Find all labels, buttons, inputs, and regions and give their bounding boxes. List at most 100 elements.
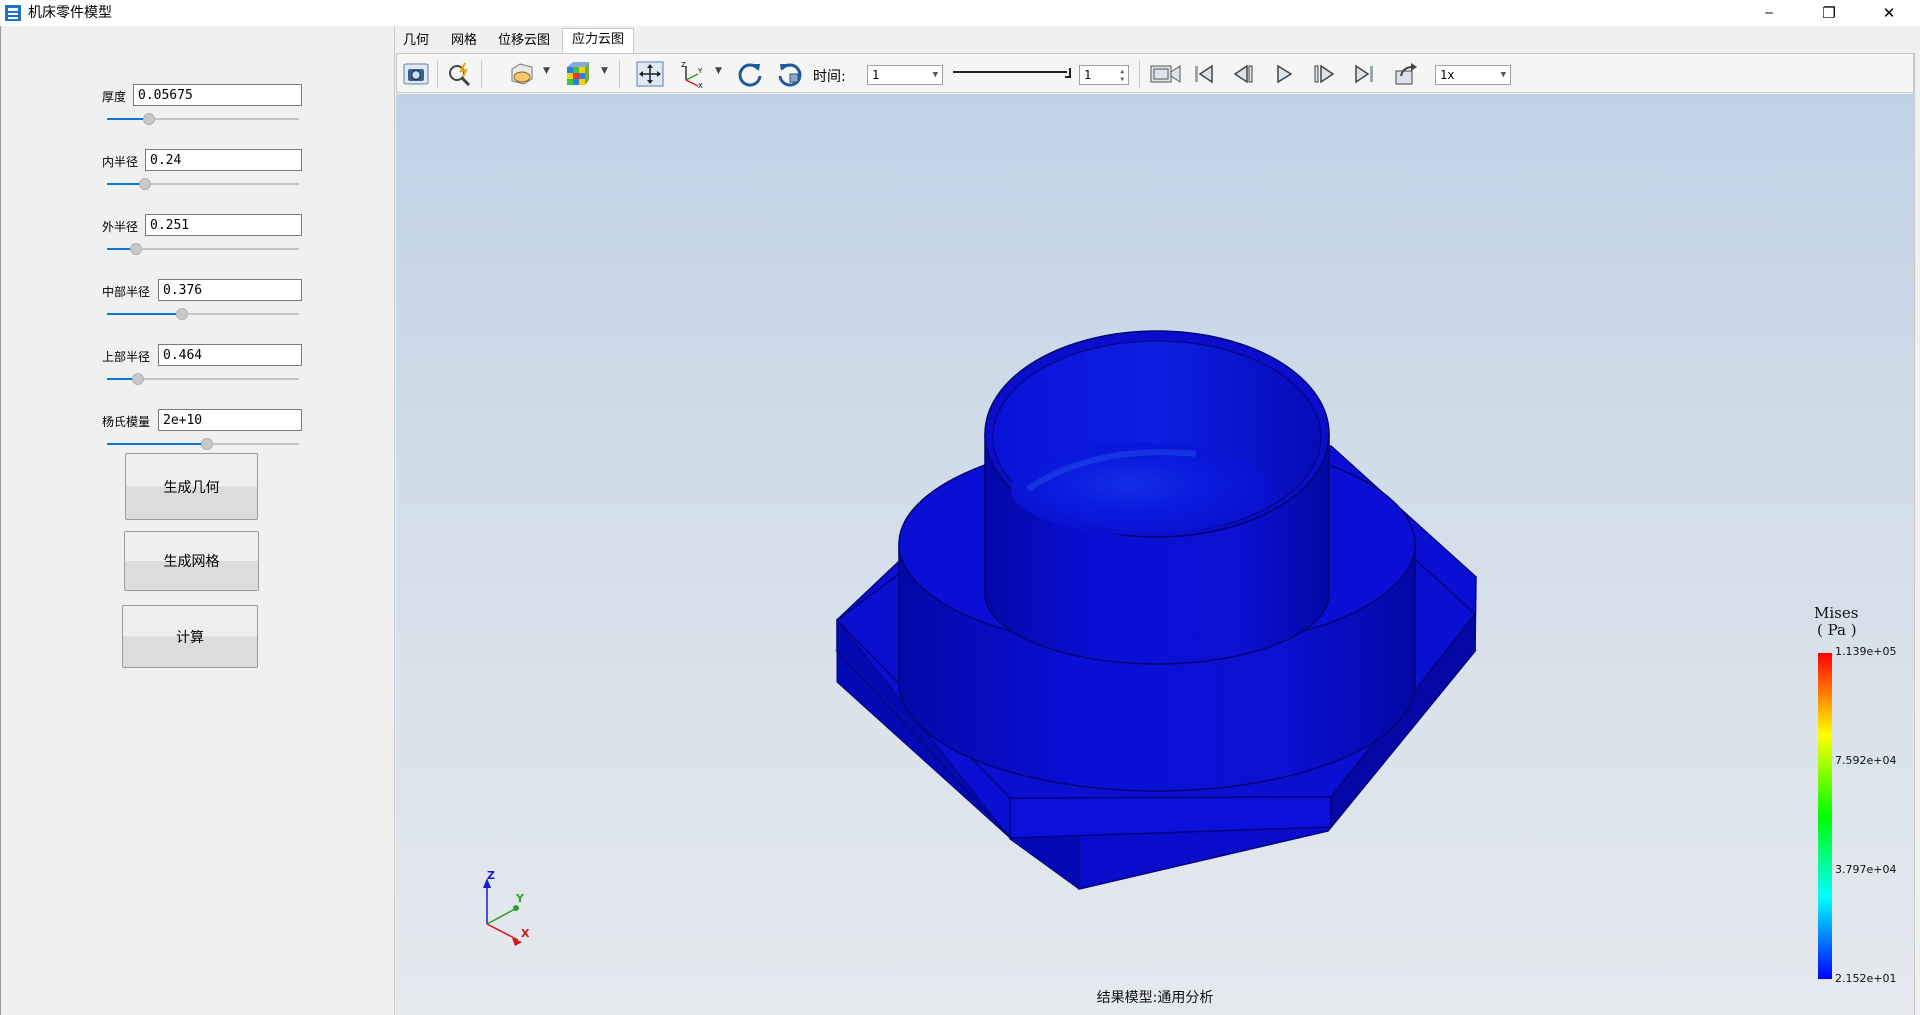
time-label: 时间: bbox=[813, 69, 846, 85]
right-edge bbox=[1914, 53, 1920, 1015]
legend-tick-max: 1.139e+05 bbox=[1835, 645, 1897, 658]
last-frame-button[interactable] bbox=[1349, 60, 1379, 88]
svg-text:Z: Z bbox=[681, 61, 686, 69]
chevron-down-icon: ▼ bbox=[932, 70, 938, 80]
zoom-fit-button[interactable] bbox=[445, 60, 475, 88]
parameter-panel: 厚度 内半径 外半径 中部半径 上部半径 杨氏模量 生成几何 生成网格 计算 bbox=[0, 26, 395, 1015]
play-button[interactable] bbox=[1269, 60, 1299, 88]
youngs-modulus-slider[interactable] bbox=[107, 437, 299, 451]
generate-geometry-button[interactable]: 生成几何 bbox=[125, 453, 258, 520]
window-title: 机床零件模型 bbox=[28, 5, 112, 21]
machine-part-model bbox=[835, 330, 1477, 890]
colormap-icon bbox=[567, 62, 589, 85]
axis-z-label: Z bbox=[487, 869, 495, 882]
button-label: 生成几何 bbox=[163, 479, 220, 496]
close-button[interactable]: ✕ bbox=[1866, 0, 1912, 26]
time-value: 1 bbox=[872, 68, 880, 82]
record-video-icon bbox=[1150, 65, 1181, 83]
play-icon bbox=[1277, 64, 1293, 84]
inner-radius-slider[interactable] bbox=[107, 177, 299, 191]
model-canvas: Z Y X bbox=[483, 330, 1832, 979]
restore-icon: ❐ bbox=[1822, 4, 1836, 22]
axes-view-icon: Z Y X bbox=[681, 61, 703, 88]
tab-stress[interactable]: 应力云图 bbox=[562, 28, 634, 54]
speed-value: 1x bbox=[1440, 68, 1455, 82]
frame-spinbox[interactable]: 1 ▲ ▼ bbox=[1079, 65, 1129, 85]
axis-y-label: Y bbox=[515, 892, 525, 905]
axes-view-button[interactable]: Z Y X bbox=[677, 60, 707, 88]
camera-icon bbox=[403, 63, 429, 85]
title-bar: 机床零件模型 ─ ❐ ✕ bbox=[0, 0, 1920, 26]
tab-mesh[interactable]: 网格 bbox=[449, 30, 479, 52]
rotate-icon bbox=[738, 63, 762, 87]
display-style-icon bbox=[511, 63, 533, 85]
last-frame-icon bbox=[1355, 64, 1373, 84]
param-label: 中部半径 bbox=[102, 285, 151, 299]
axis-x-label: X bbox=[521, 927, 530, 940]
legend-tick: 7.592e+04 bbox=[1835, 754, 1897, 767]
top-radius-slider[interactable] bbox=[107, 372, 299, 386]
param-label: 外半径 bbox=[102, 220, 139, 234]
rotate-reverse-button[interactable] bbox=[775, 60, 805, 88]
thickness-input[interactable] bbox=[133, 84, 302, 106]
legend-tick-min: 2.152e+01 bbox=[1835, 972, 1897, 985]
pan-button[interactable] bbox=[635, 60, 665, 88]
youngs-modulus-input[interactable] bbox=[158, 409, 302, 431]
chevron-down-icon[interactable]: ▼ bbox=[715, 66, 722, 76]
chevron-down-icon[interactable]: ▼ bbox=[601, 66, 608, 76]
time-select[interactable]: 1 ▼ bbox=[867, 65, 943, 85]
speed-select[interactable]: 1x ▼ bbox=[1435, 65, 1511, 85]
axis-triad: Z Y X bbox=[483, 869, 530, 946]
tab-displacement[interactable]: 位移云图 bbox=[496, 30, 552, 52]
param-label: 杨氏模量 bbox=[102, 415, 151, 429]
legend-unit: ( Pa ) bbox=[1817, 621, 1857, 639]
legend-tick: 3.797e+04 bbox=[1835, 863, 1897, 876]
rotate-button[interactable] bbox=[735, 60, 765, 88]
export-icon bbox=[1395, 63, 1417, 85]
export-button[interactable] bbox=[1391, 60, 1421, 88]
rotate-reverse-icon bbox=[778, 63, 802, 87]
zoom-fit-icon bbox=[449, 62, 471, 86]
first-frame-button[interactable] bbox=[1189, 60, 1219, 88]
time-slider[interactable] bbox=[953, 66, 1071, 80]
thickness-slider[interactable] bbox=[107, 112, 299, 126]
middle-radius-input[interactable] bbox=[158, 279, 302, 301]
outer-radius-slider[interactable] bbox=[107, 242, 299, 256]
toolbar: ▼ ▼ ZYX ▼ 时间: 1 ▼ 1 ▲ ▼ 1x ▼ bbox=[396, 53, 1914, 93]
middle-radius-slider[interactable] bbox=[107, 307, 299, 321]
minimize-icon: ─ bbox=[1765, 6, 1773, 20]
top-radius-input[interactable] bbox=[158, 344, 302, 366]
svg-text:Y: Y bbox=[697, 67, 703, 75]
3d-viewport[interactable]: Z Y X Mises ( Pa ) 1.139e+05 7.592e+04 3… bbox=[396, 94, 1914, 1015]
legend-title: Mises bbox=[1814, 604, 1859, 622]
result-model-label: 结果模型:通用分析 bbox=[1096, 990, 1214, 1006]
button-label: 计算 bbox=[176, 629, 204, 646]
outer-radius-input[interactable] bbox=[145, 214, 302, 236]
next-frame-icon bbox=[1314, 64, 1335, 84]
color-legend bbox=[1818, 653, 1832, 979]
chevron-down-icon: ▼ bbox=[1500, 70, 1506, 80]
record-video-button[interactable] bbox=[1149, 60, 1183, 88]
minimize-button[interactable]: ─ bbox=[1746, 0, 1792, 26]
display-style-button[interactable] bbox=[507, 60, 537, 88]
prev-frame-button[interactable] bbox=[1229, 60, 1259, 88]
screenshot-button[interactable] bbox=[401, 60, 431, 88]
compute-button[interactable]: 计算 bbox=[122, 605, 258, 668]
generate-mesh-button[interactable]: 生成网格 bbox=[124, 531, 259, 591]
svg-text:X: X bbox=[698, 82, 703, 88]
prev-frame-icon bbox=[1233, 64, 1253, 84]
pan-icon bbox=[636, 61, 664, 87]
maximize-button[interactable]: ❐ bbox=[1806, 0, 1852, 26]
next-frame-button[interactable] bbox=[1309, 60, 1339, 88]
frame-value: 1 bbox=[1084, 68, 1092, 82]
app-icon bbox=[5, 5, 21, 21]
param-label: 厚度 bbox=[102, 90, 127, 104]
first-frame-icon bbox=[1195, 64, 1213, 84]
chevron-down-icon[interactable]: ▼ bbox=[543, 66, 550, 76]
tab-geometry[interactable]: 几何 bbox=[401, 30, 431, 52]
button-label: 生成网格 bbox=[163, 554, 220, 570]
inner-radius-input[interactable] bbox=[145, 149, 302, 171]
param-label: 上部半径 bbox=[102, 350, 151, 364]
colormap-button[interactable] bbox=[563, 60, 593, 88]
legend-color-bar bbox=[1818, 653, 1832, 979]
